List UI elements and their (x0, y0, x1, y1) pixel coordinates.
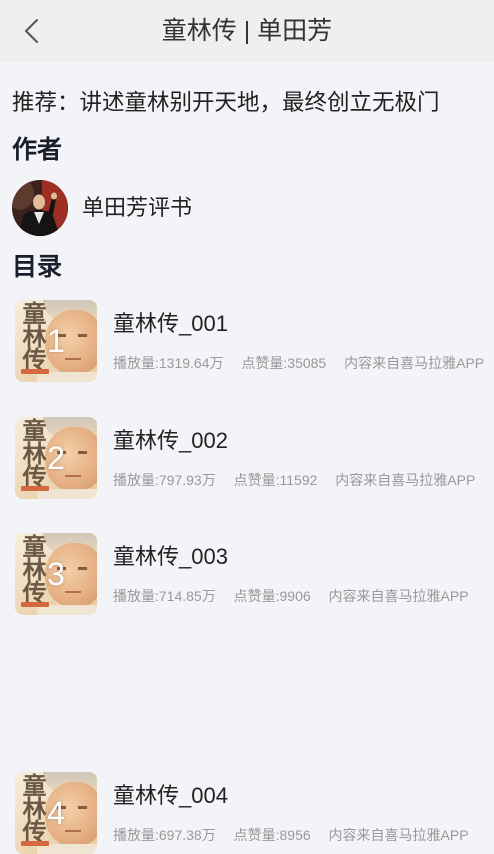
episode-meta: 播放量:1319.64万 点赞量:35085 内容来自喜马拉雅APP (113, 354, 491, 372)
page-title: 童林传 | 单田芳 (161, 17, 333, 45)
episode-cover: 童林传 4 (15, 772, 97, 854)
avatar-portrait (12, 180, 68, 236)
content-source: 内容来自喜马拉雅APP (328, 588, 469, 604)
play-count: 播放量:1319.64万 (113, 355, 224, 371)
like-count: 点赞量:11592 (233, 472, 318, 488)
episode-cover: 童林传 3 (15, 533, 97, 615)
author-row[interactable]: 单田芳评书 (12, 180, 312, 236)
chevron-left-icon (25, 19, 38, 43)
back-button[interactable] (20, 16, 44, 46)
top-bar: 童林传 | 单田芳 (0, 0, 494, 62)
list-item[interactable]: 童林传 2 童林传_002 播放量:797.93万 点赞量:11592 内容来自… (0, 417, 494, 499)
content-source: 内容来自喜马拉雅APP (344, 355, 485, 371)
episode-cover: 童林传 2 (15, 417, 97, 499)
page: 童林传 | 单田芳 推荐：讲述童林别开天地，最终创立无极门 作者 单田芳评书 目… (0, 0, 494, 854)
catalog-heading: 目录 (12, 253, 63, 281)
content-source: 内容来自喜马拉雅APP (335, 472, 476, 488)
episode-title: 童林传_003 (113, 544, 228, 569)
episode-title: 童林传_004 (113, 783, 228, 808)
play-count: 播放量:714.85万 (113, 588, 216, 604)
like-count: 点赞量:35085 (241, 355, 327, 371)
episode-number: 1 (47, 323, 65, 359)
list-item[interactable]: 童林传 4 童林传_004 播放量:697.38万 点赞量:8956 内容来自喜… (0, 772, 494, 854)
play-count: 播放量:697.38万 (113, 827, 216, 843)
episode-meta: 播放量:714.85万 点赞量:9906 内容来自喜马拉雅APP (113, 587, 491, 605)
episode-meta: 播放量:697.38万 点赞量:8956 内容来自喜马拉雅APP (113, 826, 491, 844)
author-name: 单田芳评书 (82, 195, 193, 220)
play-count: 播放量:797.93万 (113, 472, 216, 488)
author-avatar (12, 180, 68, 236)
recommendation-text: 推荐：讲述童林别开天地，最终创立无极门 (12, 90, 440, 115)
episode-number: 2 (47, 440, 65, 476)
episode-cover: 童林传 1 (15, 300, 97, 382)
episode-title: 童林传_001 (113, 311, 228, 336)
content-source: 内容来自喜马拉雅APP (328, 827, 469, 843)
episode-number: 4 (47, 795, 65, 831)
author-heading: 作者 (12, 136, 63, 164)
episode-title: 童林传_002 (113, 428, 228, 453)
episode-meta: 播放量:797.93万 点赞量:11592 内容来自喜马拉雅APP (113, 471, 491, 489)
like-count: 点赞量:8956 (233, 827, 311, 843)
list-item[interactable]: 童林传 3 童林传_003 播放量:714.85万 点赞量:9906 内容来自喜… (0, 533, 494, 615)
like-count: 点赞量:9906 (233, 588, 311, 604)
episode-number: 3 (47, 556, 65, 592)
list-item[interactable]: 童林传 1 童林传_001 播放量:1319.64万 点赞量:35085 内容来… (0, 300, 494, 382)
